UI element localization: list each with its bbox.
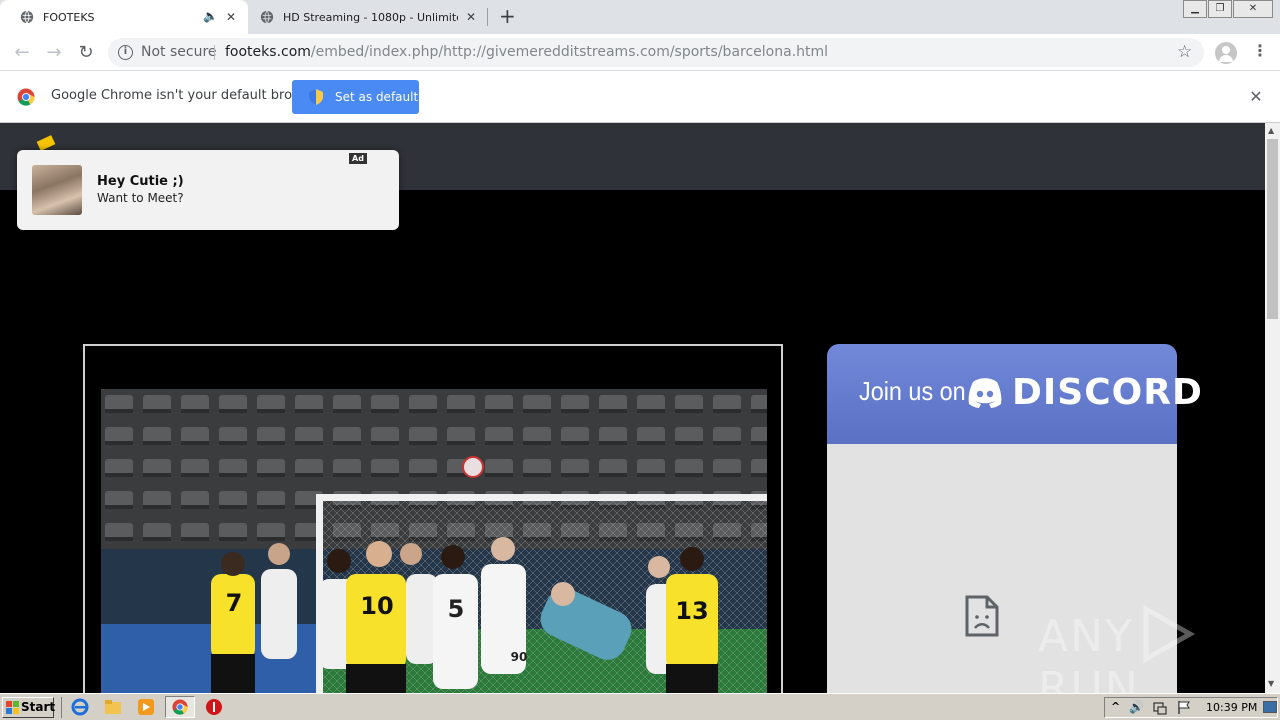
network-icon[interactable] <box>1153 701 1167 715</box>
jersey-number: 10 <box>360 592 393 620</box>
stop-sign-icon[interactable] <box>205 698 223 716</box>
chrome-logo-icon <box>17 88 35 106</box>
tab-title: FOOTEKS <box>43 10 95 24</box>
video-player[interactable]: 7 10 5 90 13 <box>83 344 783 693</box>
file-explorer-icon[interactable] <box>104 698 122 716</box>
discord-join-text: Join us on <box>859 376 966 406</box>
tab-strip: FOOTEKS 🔈 ✕ HD Streaming - 1080p - Unlim… <box>0 0 1280 34</box>
windows-logo-icon <box>6 701 19 714</box>
show-hidden-icons-icon[interactable]: ^ <box>1111 700 1120 713</box>
chrome-taskbar-button[interactable] <box>165 696 195 718</box>
reload-icon[interactable]: ↻ <box>75 42 97 64</box>
volume-icon[interactable]: 🔊 <box>1129 700 1144 714</box>
chrome-logo-icon <box>172 699 188 715</box>
omnibox[interactable]: i Not secure footeks.com/embed/index.php… <box>108 38 1204 67</box>
jersey-number: 5 <box>448 595 465 623</box>
jersey-number: 90 <box>511 650 528 664</box>
tab-close-icon[interactable]: ✕ <box>224 10 238 24</box>
window-close-icon[interactable]: ✕ <box>1233 0 1273 18</box>
tab-hd-streaming[interactable]: HD Streaming - 1080p - Unlimited Do ✕ <box>248 0 488 34</box>
shield-icon <box>309 89 323 105</box>
bookmark-star-icon[interactable]: ☆ <box>1177 38 1192 67</box>
discord-logo-icon <box>968 378 1002 408</box>
media-player-icon[interactable] <box>137 698 155 716</box>
discord-banner[interactable]: Join us on DISCORD <box>827 344 1202 444</box>
new-tab-plus-icon[interactable]: + <box>499 6 516 26</box>
restore-icon[interactable]: ❐ <box>1208 0 1232 18</box>
infobar-message: Google Chrome isn't your default browser <box>51 88 323 103</box>
video-frame[interactable]: 7 10 5 90 13 <box>101 389 767 693</box>
set-as-default-label: Set as default <box>335 90 419 104</box>
tab-divider <box>487 8 488 26</box>
show-desktop-icon[interactable] <box>1263 701 1277 713</box>
clock[interactable]: 10:39 PM <box>1206 701 1257 714</box>
tab-close-icon[interactable]: ✕ <box>464 10 478 24</box>
minimize-icon[interactable]: ▁ <box>1183 0 1207 18</box>
tab-title: HD Streaming - 1080p - Unlimited Do <box>283 10 458 24</box>
not-secure-label[interactable]: Not secure <box>141 38 217 67</box>
url-host: footeks.com <box>225 44 311 60</box>
football-match-image: 7 10 5 90 13 <box>101 389 767 693</box>
internet-explorer-icon[interactable] <box>71 698 89 716</box>
address-toolbar: ← → ↻ i Not secure footeks.com/embed/ind… <box>0 34 1280 71</box>
ad-notification-popup[interactable]: Ad Hey Cutie ;) Want to Meet? <box>17 150 399 230</box>
play-triangle-icon <box>1143 604 1195 664</box>
jersey-number: 13 <box>675 597 708 625</box>
action-center-flag-icon[interactable] <box>1177 700 1191 715</box>
sad-page-icon <box>965 595 999 637</box>
set-as-default-button[interactable]: Set as default <box>292 80 419 114</box>
info-icon[interactable]: i <box>118 45 133 60</box>
jersey-number: 7 <box>226 589 243 617</box>
globe-icon <box>260 10 274 24</box>
system-tray: ^ 🔊 10:39 PM <box>1104 697 1278 718</box>
tab-footeks[interactable]: FOOTEKS 🔈 ✕ <box>0 0 248 34</box>
url-text[interactable]: footeks.com/embed/index.php/http://givem… <box>225 38 828 67</box>
ad-title: Hey Cutie ;) <box>97 174 184 189</box>
forward-arrow-icon[interactable]: → <box>43 42 65 64</box>
discord-wordmark: DISCORD <box>1012 372 1203 413</box>
taskbar-divider <box>61 697 62 718</box>
audio-playing-icon[interactable]: 🔈 <box>203 9 218 23</box>
url-path: /embed/index.php/http://givemeredditstre… <box>310 44 829 60</box>
windows-taskbar: Start ^ 🔊 10:39 PM <box>0 693 1280 720</box>
scrollbar-thumb[interactable] <box>1267 139 1278 319</box>
ad-thumbnail[interactable] <box>32 165 82 215</box>
ad-subtitle: Want to Meet? <box>97 191 184 205</box>
start-label: Start <box>21 700 56 714</box>
ad-badge: Ad <box>349 153 367 164</box>
watermark-text-left: ANY <box>1038 611 1134 662</box>
scroll-up-arrow-icon[interactable]: ▲ <box>1268 126 1274 135</box>
profile-avatar-icon[interactable] <box>1215 42 1237 64</box>
site-logo-icon[interactable] <box>36 135 56 151</box>
start-button[interactable]: Start <box>2 697 56 718</box>
back-arrow-icon[interactable]: ← <box>11 42 33 64</box>
infobar-close-icon[interactable]: ✕ <box>1247 88 1265 106</box>
default-browser-infobar: Google Chrome isn't your default browser… <box>0 71 1280 123</box>
globe-icon <box>20 10 34 24</box>
menu-kebab-icon[interactable]: ⋮ <box>1252 41 1268 60</box>
omnibox-separator <box>214 45 215 60</box>
